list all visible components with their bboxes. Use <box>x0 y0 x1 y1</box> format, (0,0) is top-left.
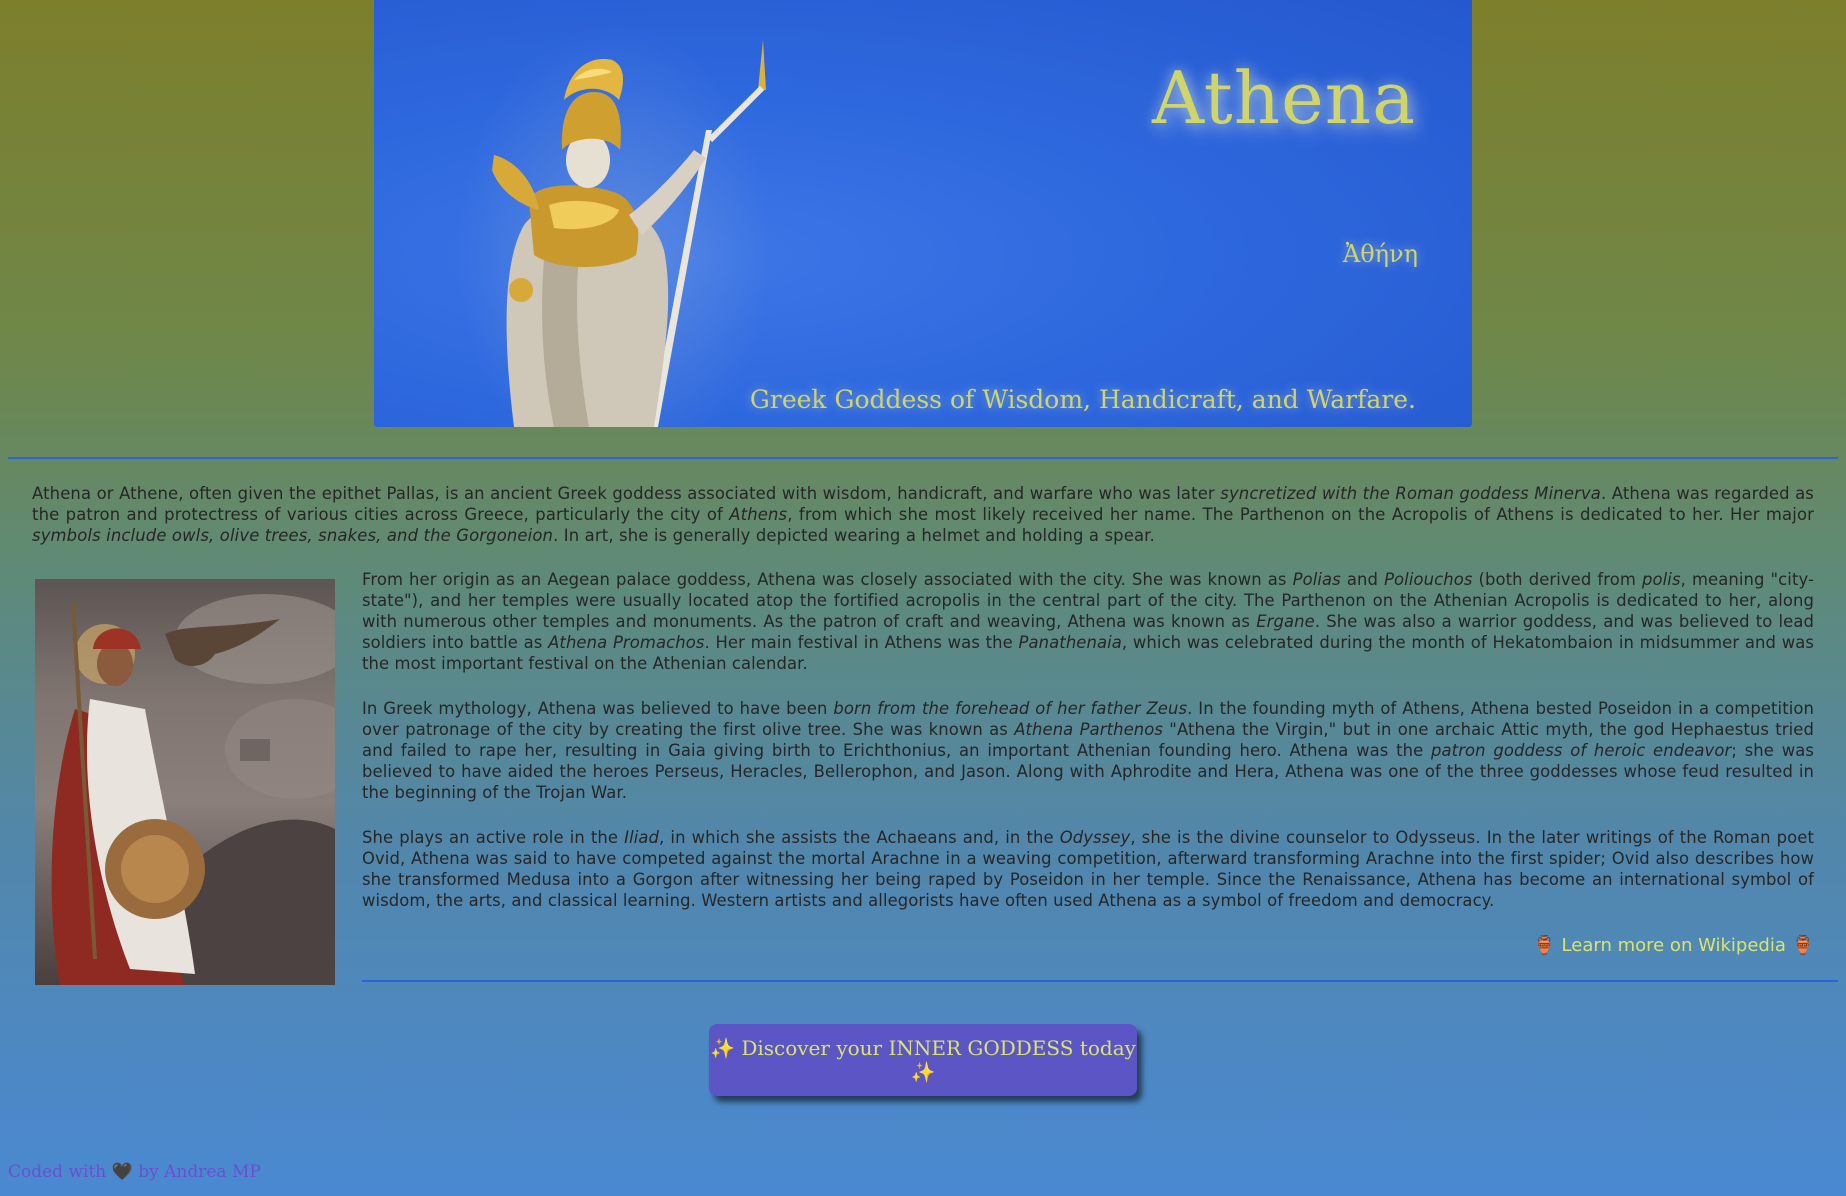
intro-paragraph: Athena or Athene, often given the epithe… <box>32 483 1814 546</box>
intro-text-3: , from which she most likely received he… <box>787 505 1815 524</box>
p1-italic-1: Polias <box>1292 570 1341 589</box>
intro-text-1: Athena or Athene, often given the epithe… <box>32 484 1221 503</box>
p3-italic-2: Odyssey <box>1059 828 1131 847</box>
portrait-shield-inner <box>121 835 189 903</box>
p2-text-1: In Greek mythology, Athena was believed … <box>362 699 834 718</box>
footer-credit: Coded with 🖤 by Andrea MP <box>8 1162 261 1182</box>
p1-text-3: (both derived from <box>1472 570 1643 589</box>
p3-italic-1: Iliad <box>624 828 660 847</box>
athena-portrait-image <box>35 579 335 985</box>
p1-italic-4: Ergane <box>1256 612 1315 631</box>
p2-italic-1: born from the forehead of her father Zeu… <box>833 699 1188 718</box>
amphora-icon: 🏺 <box>1533 935 1556 956</box>
footer-text-1: Coded with <box>8 1162 112 1182</box>
p2-italic-3: patron goddess of heroic endeavor <box>1431 741 1732 760</box>
spear-tip <box>758 40 766 90</box>
hero-subtitle: Greek Goddess of Wisdom, Handicraft, and… <box>749 385 1416 414</box>
paragraph-legacy: She plays an active role in the Iliad, i… <box>362 827 1814 911</box>
hero-greek-name: Ἀθήνη <box>1342 240 1418 268</box>
paragraph-origin: From her origin as an Aegean palace godd… <box>362 569 1814 674</box>
wikipedia-link-label: Learn more on Wikipedia <box>1555 935 1792 956</box>
statue-wing <box>492 155 539 210</box>
main-column: From her origin as an Aegean palace godd… <box>362 569 1814 935</box>
divider-middle <box>362 980 1838 982</box>
hero-title: Athena <box>1152 56 1416 140</box>
portrait-hill <box>175 819 335 985</box>
intro-italic-3: symbols include owls, olive trees, snake… <box>32 526 554 545</box>
intro-italic-1: syncretized with the Roman goddess Miner… <box>1220 484 1601 503</box>
intro-text-4: . In art, she is generally depicted wear… <box>553 526 1155 545</box>
amphora-icon: 🏺 <box>1791 935 1814 956</box>
p1-italic-3: polis <box>1642 570 1681 589</box>
p1-italic-6: Panathenaia <box>1018 633 1122 652</box>
paragraph-mythology: In Greek mythology, Athena was believed … <box>362 698 1814 803</box>
p3-text-1: She plays an active role in the <box>362 828 625 847</box>
p1-italic-5: Athena Promachos <box>548 633 705 652</box>
p3-text-2: , in which she assists the Achaeans and,… <box>659 828 1060 847</box>
divider-top <box>8 457 1838 459</box>
intro-italic-2: Athens <box>729 505 788 524</box>
p1-text-6: . Her main festival in Athens was the <box>704 633 1019 652</box>
discover-inner-goddess-button[interactable]: ✨ Discover your INNER GODDESS today ✨ <box>709 1024 1137 1096</box>
footer-text-2: by Andrea MP <box>132 1162 261 1182</box>
portrait-illustration <box>51 594 335 985</box>
p1-text-1: From her origin as an Aegean palace godd… <box>362 570 1293 589</box>
wikipedia-link[interactable]: 🏺 Learn more on Wikipedia 🏺 <box>1533 935 1814 956</box>
spear-upper <box>707 85 765 143</box>
p1-text-2: and <box>1340 570 1385 589</box>
statue-orb <box>509 278 533 302</box>
p1-italic-2: Poliouchos <box>1384 570 1473 589</box>
heart-icon: 🖤 <box>111 1162 133 1182</box>
hero-banner: Athena Ἀθήνη Greek Goddess of Wisdom, Ha… <box>374 0 1472 427</box>
p2-italic-2: Athena Parthenos <box>1014 720 1164 739</box>
portrait-temple <box>240 739 270 761</box>
